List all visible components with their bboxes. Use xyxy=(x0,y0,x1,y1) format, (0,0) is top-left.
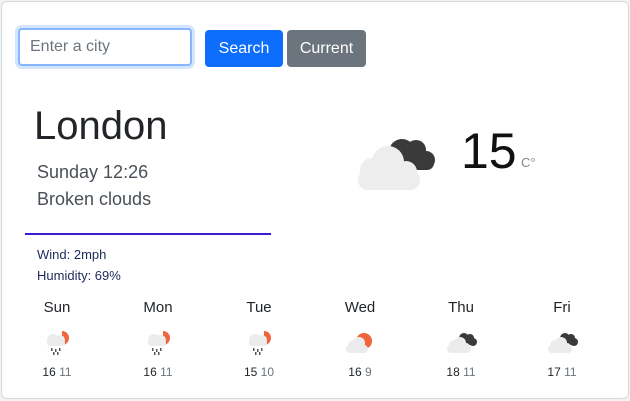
forecast-day: Tue 15 10 xyxy=(229,298,289,379)
forecast-high: 17 xyxy=(547,365,561,379)
forecast-high: 15 xyxy=(243,365,258,379)
forecast-day-name: Sun xyxy=(43,299,71,316)
forecast-day-name: Fri xyxy=(553,299,571,316)
forecast-low: 11 xyxy=(564,365,577,379)
sun-cloud-icon xyxy=(346,333,372,353)
forecast-day-name: Wed xyxy=(344,299,376,316)
divider xyxy=(25,233,271,235)
forecast-day-name: Mon xyxy=(143,299,173,316)
search-button[interactable]: Search xyxy=(205,30,283,67)
weather-condition: Broken clouds xyxy=(37,189,152,209)
forecast-high: 16 xyxy=(348,365,362,379)
forecast-low: 11 xyxy=(463,365,476,379)
forecast-day: Wed 16 9 xyxy=(330,298,390,379)
forecast-day-name: Tue xyxy=(246,299,272,316)
broken-clouds-icon xyxy=(358,139,435,190)
current-temperature: 15 xyxy=(461,123,517,179)
weather-card: Search Current London Sunday 12:26 Broke… xyxy=(1,1,629,399)
forecast-low: 9 xyxy=(365,365,372,379)
humidity: Humidity: 69% xyxy=(37,268,121,283)
date-time: Sunday 12:26 xyxy=(37,162,149,182)
forecast-low: 10 xyxy=(260,365,275,379)
forecast-day: Sun 16 11 xyxy=(27,298,87,379)
forecast-high: 16 xyxy=(42,365,56,379)
rain-sun-icon xyxy=(148,331,170,355)
city-name: London xyxy=(34,104,168,148)
current-location-button[interactable]: Current xyxy=(287,30,366,67)
forecast-low: 11 xyxy=(59,365,72,379)
forecast-day: Mon 16 11 xyxy=(128,298,188,379)
forecast-row: Sun 16 11 Mon 16 11 Tue 15 10 Wed 16 9 T… xyxy=(2,298,628,394)
temperature-unit: C° xyxy=(521,155,536,170)
broken-clouds-icon xyxy=(447,333,477,353)
wind-speed: Wind: 2mph xyxy=(37,247,107,262)
city-search-input[interactable] xyxy=(18,28,192,66)
broken-clouds-icon xyxy=(548,333,578,353)
rain-sun-icon xyxy=(47,331,69,355)
forecast-day: Thu 18 11 xyxy=(431,298,491,379)
forecast-low: 11 xyxy=(160,365,173,379)
forecast-high: 18 xyxy=(446,365,460,379)
forecast-day: Fri 17 11 xyxy=(532,298,592,379)
forecast-day-name: Thu xyxy=(448,299,474,316)
rain-sun-icon xyxy=(249,331,271,355)
forecast-high: 16 xyxy=(143,365,157,379)
